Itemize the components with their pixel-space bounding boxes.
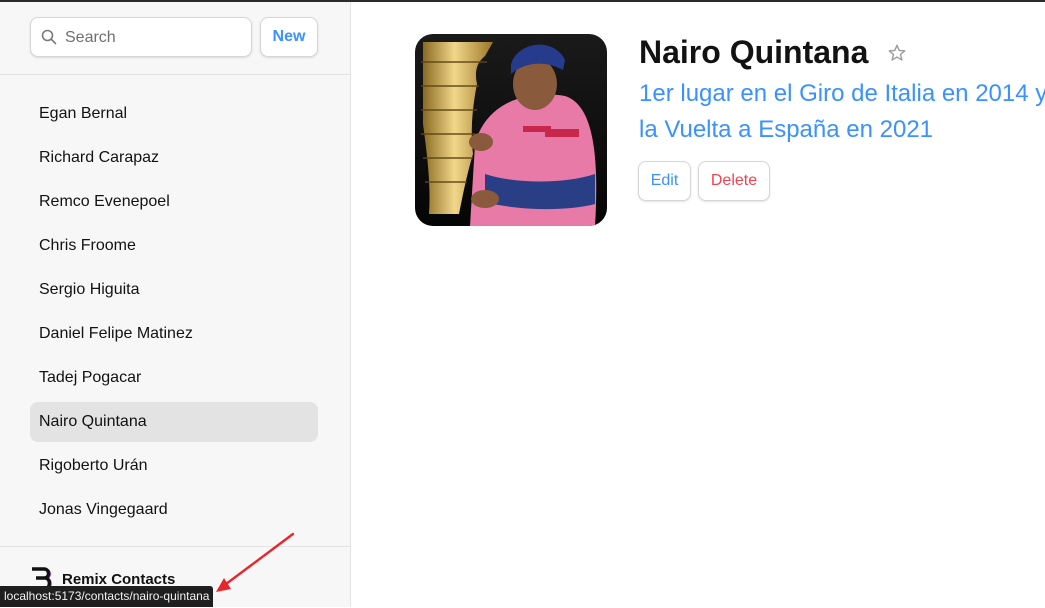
contact-list-item[interactable]: Tadej Pogacar bbox=[30, 358, 318, 398]
edit-button[interactable]: Edit bbox=[638, 161, 691, 201]
search-input[interactable] bbox=[63, 18, 252, 58]
contact-avatar bbox=[415, 34, 607, 226]
contact-photo bbox=[415, 34, 607, 226]
contact-list-item[interactable]: Chris Froome bbox=[30, 226, 318, 266]
contact-description-link[interactable]: 1er lugar en el Giro de Italia en 2014 y… bbox=[639, 76, 1045, 148]
contact-header: Nairo Quintana bbox=[639, 34, 908, 71]
search-bar: New bbox=[0, 2, 350, 75]
new-contact-button[interactable]: New bbox=[260, 17, 318, 57]
delete-button[interactable]: Delete bbox=[698, 161, 770, 201]
star-icon[interactable] bbox=[886, 42, 908, 64]
contact-list-item[interactable]: Sergio Higuita bbox=[30, 270, 318, 310]
search-field[interactable] bbox=[30, 17, 252, 58]
contact-list-item[interactable]: Remco Evenepoel bbox=[30, 182, 318, 222]
contact-list-item[interactable]: Nairo Quintana bbox=[30, 402, 318, 442]
contact-list-item[interactable]: Egan Bernal bbox=[30, 94, 318, 134]
contact-list: Egan Bernal Richard Carapaz Remco Evenepoe… bbox=[30, 94, 318, 534]
status-bar-url: localhost:5173/contacts/nairo-quintana bbox=[0, 586, 214, 607]
contact-list-item[interactable]: Richard Carapaz bbox=[30, 138, 318, 178]
contact-list-item[interactable]: Jonas Vingegaard bbox=[30, 490, 318, 530]
sidebar: New Egan BernalRichard CarapazRemco Even… bbox=[0, 2, 351, 607]
contact-list-item[interactable]: Daniel Felipe Matinez bbox=[30, 314, 318, 354]
contact-list-item[interactable]: Rigoberto Urán bbox=[30, 446, 318, 486]
contact-name: Nairo Quintana bbox=[639, 34, 869, 70]
search-icon bbox=[41, 29, 57, 45]
